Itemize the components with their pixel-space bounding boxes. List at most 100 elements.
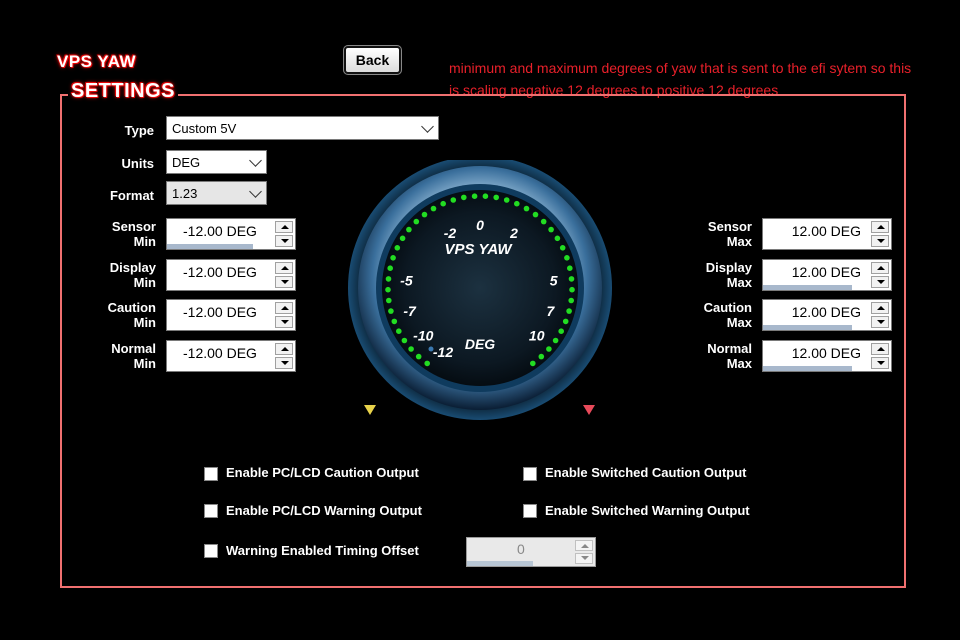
gauge-dot: [399, 235, 406, 242]
spin-fill-bar: [763, 285, 852, 290]
spin-value: -12.00 DEG: [183, 304, 257, 320]
gauge-dot: [540, 218, 547, 225]
spin-down-button[interactable]: [871, 276, 889, 288]
spin-value: 12.00 DEG: [791, 264, 861, 280]
spin-down-button[interactable]: [275, 357, 293, 369]
format-select[interactable]: 1.23: [166, 181, 267, 205]
spin-value: 12.00 DEG: [791, 345, 861, 361]
spin-label-line2: Max: [726, 315, 752, 330]
spin-up-button[interactable]: [871, 302, 889, 314]
gauge-dot: [415, 353, 422, 360]
back-button[interactable]: Back: [343, 45, 402, 75]
spin-fill-bar: [167, 244, 253, 249]
spin-up-button[interactable]: [871, 262, 889, 274]
switched-caution-checkbox[interactable]: [523, 467, 537, 481]
gauge-dot: [568, 297, 574, 304]
gauge-dot: [390, 255, 396, 261]
spin-down-button[interactable]: [871, 235, 889, 247]
right-spin-display[interactable]: 12.00 DEG: [762, 259, 892, 291]
spin-label-line2: Min: [133, 315, 156, 330]
gauge-dot: [569, 286, 575, 293]
chevron-down-icon: [249, 154, 262, 167]
spin-up-button[interactable]: [275, 221, 293, 233]
gauge-dot: [394, 245, 401, 251]
timing-offset-down-button[interactable]: [575, 553, 593, 564]
spin-up-button[interactable]: [871, 343, 889, 355]
gauge-tick-label: 0: [476, 217, 484, 233]
left-spin-normal[interactable]: -12.00 DEG: [166, 340, 296, 372]
pc-lcd-warning-label: Enable PC/LCD Warning Output: [226, 503, 422, 518]
gauge-tick-label: -5: [400, 272, 413, 288]
timing-offset-value: 0: [517, 541, 525, 557]
gauge-dot: [514, 200, 520, 207]
gauge-dot: [396, 328, 402, 334]
spin-value: -12.00 DEG: [183, 223, 257, 239]
gauge-dot: [503, 197, 510, 203]
spin-value: -12.00 DEG: [183, 345, 257, 361]
gauge-dot: [530, 360, 536, 367]
left-spin-caution[interactable]: -12.00 DEG: [166, 299, 296, 331]
right-spin-caution[interactable]: 12.00 DEG: [762, 299, 892, 331]
spin-down-button[interactable]: [871, 357, 889, 369]
gauge-dot: [388, 308, 394, 314]
units-select[interactable]: DEG: [166, 150, 267, 174]
spin-down-button[interactable]: [275, 316, 293, 328]
timing-offset-spinner[interactable]: 0: [466, 537, 596, 567]
gauge-dot: [450, 197, 457, 203]
right-spin-sensor[interactable]: 12.00 DEG: [762, 218, 892, 250]
gauge-dot: [385, 276, 392, 282]
timing-offset-up-button[interactable]: [575, 540, 593, 551]
gauge-dot: [552, 337, 559, 344]
gauge-tick-label: 5: [550, 272, 558, 288]
spin-down-button[interactable]: [275, 235, 293, 247]
format-value: 1.23: [172, 185, 198, 201]
pc-lcd-caution-checkbox[interactable]: [204, 467, 218, 481]
spin-value: -12.00 DEG: [183, 264, 257, 280]
spin-up-button[interactable]: [275, 262, 293, 274]
pc-lcd-warning-checkbox[interactable]: [204, 504, 218, 518]
type-select[interactable]: Custom 5V: [166, 116, 439, 140]
right-spin-label: Normal Max: [688, 341, 752, 371]
gauge-dot: [391, 318, 398, 325]
gauge-tick-label: -12: [433, 344, 453, 360]
gauge-dot: [532, 211, 539, 218]
gauge-dot: [558, 328, 564, 334]
spin-up-button[interactable]: [275, 302, 293, 314]
spin-label-line2: Max: [726, 356, 752, 371]
spin-fill-bar: [763, 366, 852, 371]
right-spin-normal[interactable]: 12.00 DEG: [762, 340, 892, 372]
gauge-tick-label: 7: [547, 303, 556, 319]
spin-down-button[interactable]: [871, 316, 889, 328]
warning-timing-checkbox[interactable]: [204, 544, 218, 558]
switched-warning-checkbox[interactable]: [523, 504, 537, 518]
spin-value: 12.00 DEG: [791, 223, 861, 239]
caution-marker-icon: [364, 405, 376, 415]
spin-down-button[interactable]: [275, 276, 293, 288]
gauge-dot: [424, 360, 430, 367]
gauge-dot: [568, 276, 575, 282]
gauge-dot: [386, 297, 392, 304]
spin-value: 12.00 DEG: [791, 304, 861, 320]
gauge-tick-label: 10: [529, 328, 545, 344]
spin-up-button[interactable]: [871, 221, 889, 233]
left-spin-display[interactable]: -12.00 DEG: [166, 259, 296, 291]
gauge-dot: [482, 193, 489, 199]
gauge-dot: [408, 346, 414, 352]
gauge-dot: [387, 265, 393, 271]
spin-up-button[interactable]: [275, 343, 293, 355]
right-spin-label: Sensor Max: [688, 219, 752, 249]
gauge-dot: [567, 265, 573, 271]
left-spin-sensor[interactable]: -12.00 DEG: [166, 218, 296, 250]
gauge-dot: [440, 200, 446, 207]
spin-label-line1: Caution: [107, 300, 156, 315]
gauge-dot: [564, 255, 570, 261]
gauge-dot: [471, 193, 478, 199]
gauge-dot: [566, 308, 572, 314]
chevron-down-icon: [421, 120, 434, 133]
spin-label-line1: Display: [705, 260, 752, 275]
format-label: Format: [109, 188, 154, 203]
gauge-dot: [538, 353, 545, 360]
gauge-tick-label: -7: [403, 303, 417, 319]
app-title: VPS YAW: [57, 52, 137, 71]
right-spin-label: Caution Max: [688, 300, 752, 330]
